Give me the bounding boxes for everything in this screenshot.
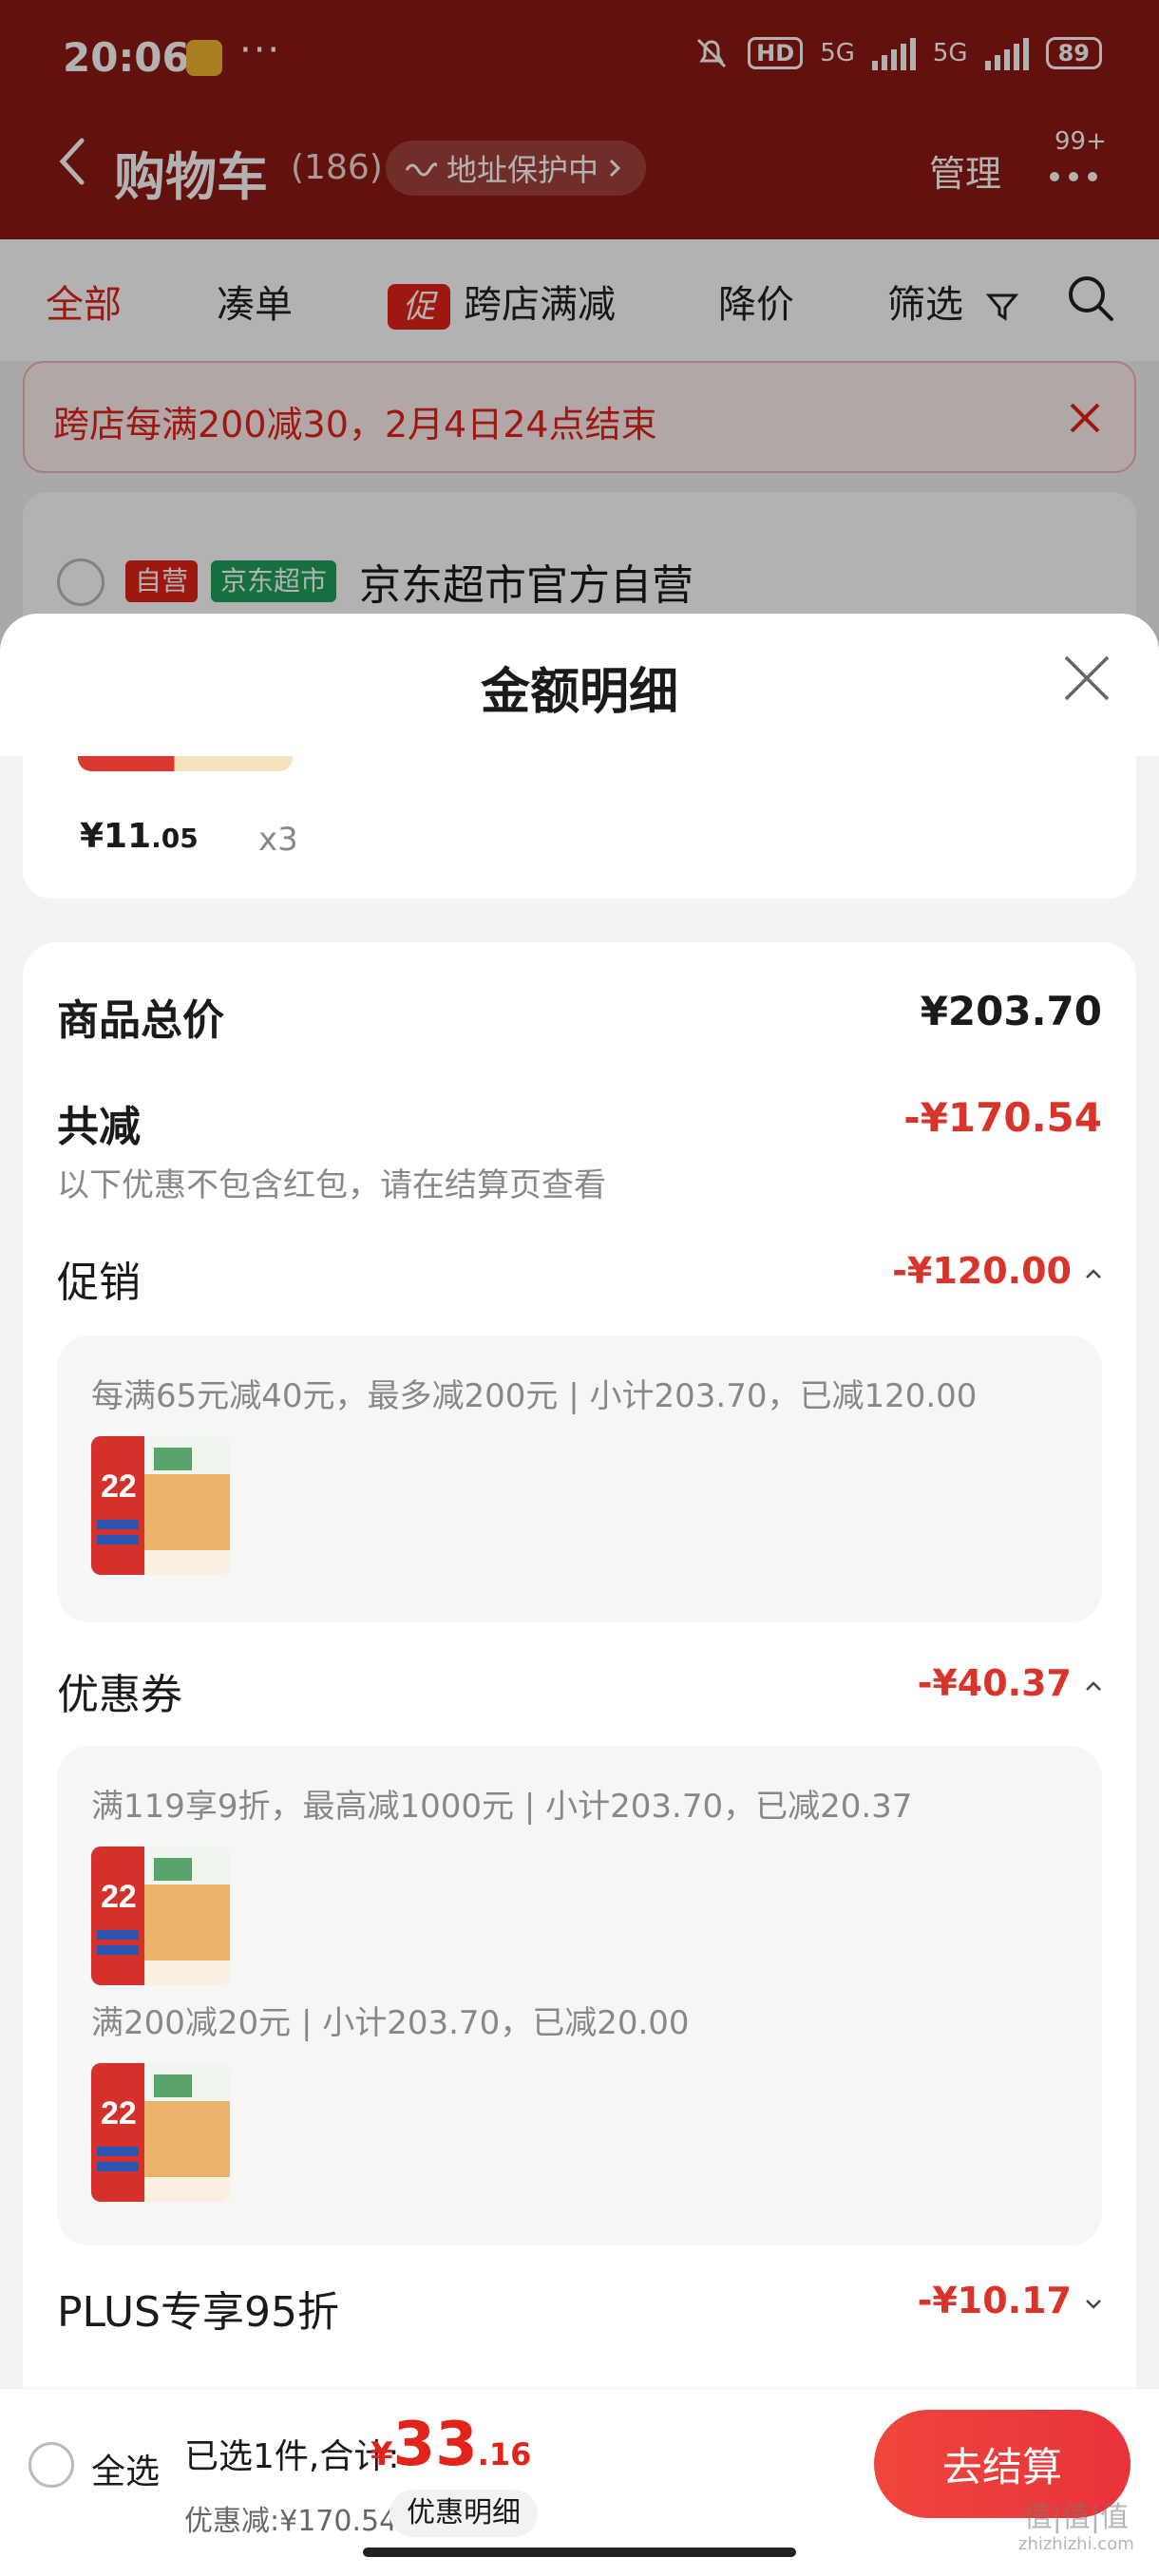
total-price-label: 商品总价	[57, 996, 224, 1045]
discount-label: 共减	[57, 1103, 141, 1151]
coupon-detail-panel: 满119享9折，最高减1000元 | 小计203.70，已减20.37 22 满…	[57, 1746, 1102, 2245]
plus-discount-label: PLUS专享95折	[57, 2288, 339, 2337]
coupon-toggle[interactable]: -¥40.37	[918, 1662, 1102, 1704]
amount-detail-sheet: 金额明细 ¥11.05 x3 商品总价 ¥203.70 共减 -¥170.54 …	[0, 614, 1159, 2576]
coupon-label: 优惠券	[57, 1671, 182, 1719]
chevron-up-icon	[1086, 1268, 1101, 1279]
product-image-art: 22	[91, 1847, 230, 1985]
product-image: 22	[91, 1436, 230, 1575]
sheet-title: 金额明细	[480, 664, 678, 721]
item-quantity: x3	[258, 821, 298, 859]
sheet-header: 金额明细	[0, 614, 1159, 756]
discount-note: 以下优惠不包含红包，请在结算页查看	[57, 1166, 606, 1204]
discount-summary: 优惠减:¥170.54	[184, 2505, 398, 2538]
svg-text:22: 22	[101, 1468, 137, 1505]
site-watermark: 值|值|值 zhizhizhi.com	[1018, 2501, 1134, 2554]
discount-detail-button[interactable]: 优惠明细	[390, 2490, 538, 2537]
product-item-card: ¥11.05 x3	[23, 756, 1136, 899]
product-image: 22	[91, 1847, 230, 1985]
total-amount: ¥33.16	[370, 2410, 532, 2480]
coupon-rule-1: 满119享9折，最高减1000元 | 小计203.70，已减20.37	[91, 1788, 913, 1826]
coupon-value: -¥40.37	[917, 1662, 1072, 1704]
svg-text:22: 22	[101, 2095, 137, 2131]
plus-discount-toggle[interactable]: -¥10.17	[918, 2280, 1102, 2321]
select-all-checkbox[interactable]	[28, 2442, 74, 2488]
discount-value: -¥170.54	[903, 1094, 1102, 1141]
total-price-value: ¥203.70	[920, 988, 1102, 1034]
product-thumbnail	[78, 756, 293, 771]
item-price: ¥11.05	[80, 817, 199, 856]
promotion-rule: 每满65元减40元，最多减200元 | 小计203.70，已减120.00	[91, 1377, 978, 1415]
product-image-art: 22	[91, 2063, 230, 2202]
svg-text:22: 22	[101, 1879, 137, 1915]
coupon-rule-2: 满200减20元 | 小计203.70，已减20.00	[91, 2004, 690, 2042]
select-all-label[interactable]: 全选	[91, 2444, 160, 2493]
promotion-detail-panel: 每满65元减40元，最多减200元 | 小计203.70，已减120.00 22	[57, 1335, 1102, 1622]
selected-total-label: 已选1件,合计:	[184, 2437, 400, 2476]
promotion-value: -¥120.00	[892, 1250, 1072, 1292]
product-image: 22	[91, 2063, 230, 2202]
chevron-up-icon	[1086, 1680, 1101, 1691]
promotion-label: 促销	[57, 1259, 141, 1307]
home-indicator[interactable]	[363, 2548, 796, 2557]
plus-discount-value: -¥10.17	[917, 2280, 1072, 2321]
chevron-down-icon	[1086, 2299, 1101, 2309]
promotion-toggle[interactable]: -¥120.00	[892, 1250, 1102, 1292]
product-image-art: 22	[91, 1436, 230, 1575]
close-icon[interactable]	[1062, 653, 1112, 703]
price-breakdown-card: 商品总价 ¥203.70 共减 -¥170.54 以下优惠不包含红包，请在结算页…	[23, 942, 1136, 2576]
